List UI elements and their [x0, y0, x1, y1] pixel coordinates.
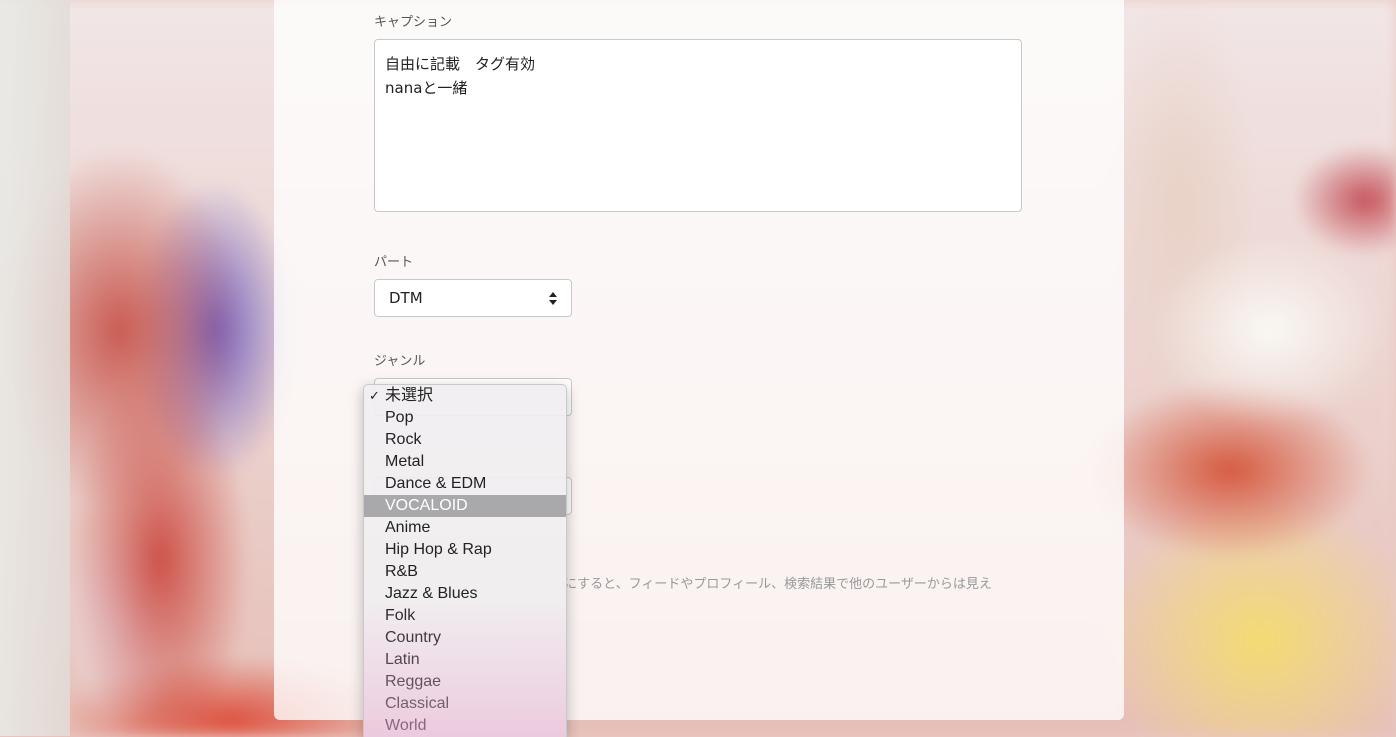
- genre-option[interactable]: VOCALOID: [364, 495, 566, 517]
- part-select[interactable]: DTM: [374, 279, 572, 317]
- genre-option[interactable]: Classical: [364, 693, 566, 715]
- background-wall: [0, 0, 70, 736]
- genre-option[interactable]: Rock: [364, 429, 566, 451]
- genre-option[interactable]: Jazz & Blues: [364, 583, 566, 605]
- genre-option[interactable]: Dance & EDM: [364, 473, 566, 495]
- genre-option-label: Pop: [385, 409, 414, 426]
- genre-option-label: Reggae: [385, 673, 442, 690]
- genre-option-label: Dance & EDM: [385, 475, 487, 492]
- genre-option-label: World: [385, 717, 427, 734]
- genre-option[interactable]: Folk: [364, 605, 566, 627]
- genre-option[interactable]: Country: [364, 627, 566, 649]
- genre-option[interactable]: R&B: [364, 561, 566, 583]
- genre-option-label: Country: [385, 629, 442, 646]
- genre-option-label: Latin: [385, 651, 420, 668]
- caption-label: キャプション: [374, 15, 453, 30]
- genre-option[interactable]: Latin: [364, 649, 566, 671]
- genre-option[interactable]: Metal: [364, 451, 566, 473]
- select-arrows-icon: [549, 291, 557, 305]
- part-label: パート: [374, 255, 414, 270]
- genre-dropdown-menu[interactable]: ✓ 未選択 Pop Rock Metal Dance & EDM VOCALOID Anime…: [363, 384, 567, 737]
- checkmark-icon: ✓: [369, 388, 380, 403]
- genre-option-label: Jazz & Blues: [385, 585, 478, 602]
- genre-option-label: R&B: [385, 563, 418, 580]
- genre-option[interactable]: Pop: [364, 407, 566, 429]
- genre-option-label: Metal: [385, 453, 425, 470]
- genre-option-label: 未選択: [385, 387, 434, 404]
- genre-option-label: Folk: [385, 607, 416, 624]
- genre-option[interactable]: Hip Hop & Rap: [364, 539, 566, 561]
- genre-option[interactable]: Reggae: [364, 671, 566, 693]
- genre-option[interactable]: World: [364, 715, 566, 737]
- genre-option-label: Rock: [385, 431, 422, 448]
- genre-option-label: Classical: [385, 695, 450, 712]
- privacy-hint: にすると、フィードやプロフィール、検索結果で他のユーザーからは見え: [564, 577, 992, 592]
- genre-option[interactable]: Anime: [364, 517, 566, 539]
- genre-label: ジャンル: [374, 354, 426, 369]
- genre-option-label: VOCALOID: [385, 497, 468, 514]
- genre-option-label: Hip Hop & Rap: [385, 541, 492, 558]
- part-select-value: DTM: [389, 289, 423, 307]
- caption-textarea[interactable]: 自由に記載 タグ有効 nanaと一緒: [374, 39, 1022, 212]
- genre-option-label: Anime: [385, 519, 431, 536]
- genre-option[interactable]: ✓ 未選択: [364, 385, 566, 407]
